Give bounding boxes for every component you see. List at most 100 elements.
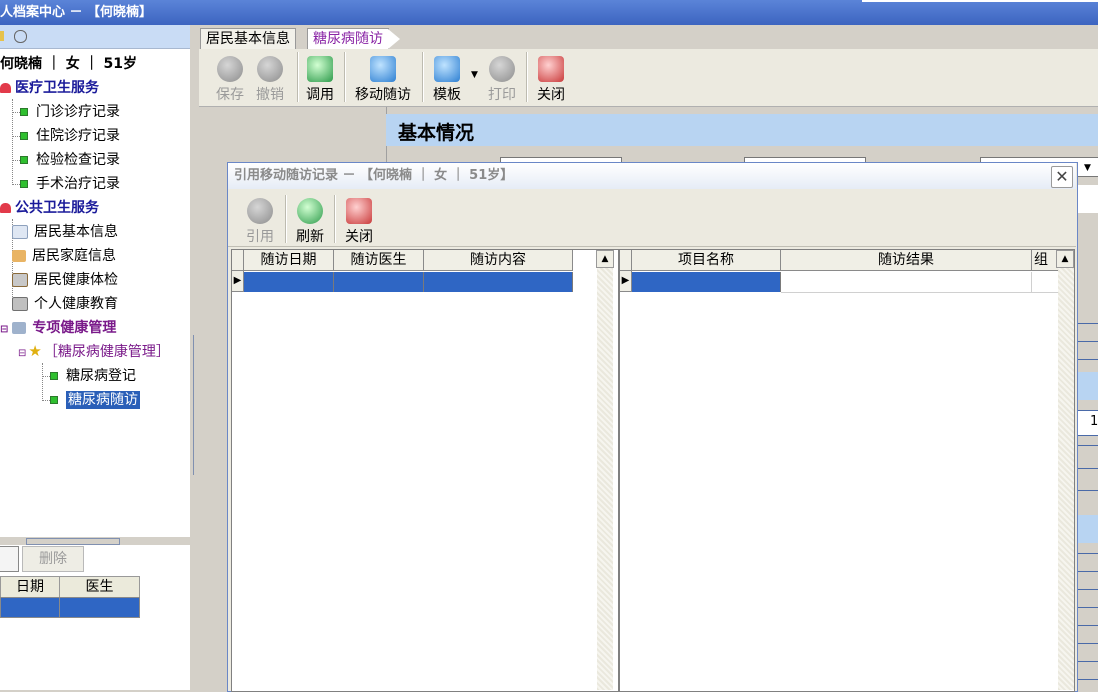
bullet-icon: [50, 372, 58, 380]
row-pointer-icon[interactable]: ▶: [232, 271, 244, 292]
tab-diabetes-followup[interactable]: 糖尿病随访: [307, 28, 400, 49]
followup-record-grid: [231, 249, 619, 692]
print-label: 打印: [488, 87, 516, 103]
monitor-icon: [370, 56, 396, 82]
quote-icon: [247, 198, 273, 224]
spiral-icon[interactable]: [14, 30, 27, 43]
dialog-titlebar: 引用移动随访记录 － 【何晓楠 ｜ 女 ｜ 51岁】: [228, 163, 1076, 189]
dialog-close-label: 关闭: [345, 229, 373, 245]
right-grid-scrollbar[interactable]: [1058, 250, 1074, 690]
tree-item-lab[interactable]: 检验检查记录: [12, 149, 120, 169]
tree-group-diabetes[interactable]: ⊟ ★ ［糖尿病健康管理］: [18, 341, 170, 361]
dialog-close-icon[interactable]: ✕: [1051, 166, 1073, 188]
tree-item-outpatient[interactable]: 门诊诊疗记录: [12, 101, 120, 121]
tree-item-surgery[interactable]: 手术治疗记录: [12, 173, 120, 193]
expand-icon[interactable]: [0, 31, 4, 41]
table-cell-selected[interactable]: [424, 272, 573, 292]
tree-item-inpatient[interactable]: 住院诊疗记录: [12, 125, 120, 145]
tree-item-health-exam[interactable]: 居民健康体检: [12, 269, 118, 289]
col-header-followup-result[interactable]: 随访结果: [781, 250, 1032, 271]
grid-corner: [232, 250, 244, 271]
table-cell-selected[interactable]: [334, 272, 424, 292]
bullet-icon: [20, 180, 28, 188]
call-button[interactable]: 调用: [302, 56, 338, 104]
col-header-item-name[interactable]: 项目名称: [632, 250, 781, 271]
tree-item-label: 门诊诊疗记录: [36, 104, 120, 120]
scroll-up-icon[interactable]: ▲: [1056, 250, 1074, 268]
scroll-up-icon[interactable]: ▲: [596, 250, 614, 268]
grid-selected-cell[interactable]: [59, 597, 140, 618]
table-cell-selected[interactable]: [632, 272, 781, 292]
tab-resident-info[interactable]: 居民基本信息: [200, 28, 296, 49]
exit-icon: [346, 198, 372, 224]
save-icon: [217, 56, 243, 82]
section-header: 基本情况: [386, 114, 1098, 146]
bullet-icon: [20, 132, 28, 140]
table-cell[interactable]: [1032, 272, 1059, 293]
tree-item-health-education[interactable]: 个人健康教育: [12, 293, 118, 313]
mobile-followup-label: 移动随访: [355, 87, 411, 103]
table-cell[interactable]: [781, 272, 1032, 293]
print-button[interactable]: 打印: [484, 56, 520, 104]
main-splitter[interactable]: [190, 25, 199, 690]
tree-item-family-info[interactable]: 居民家庭信息: [12, 245, 116, 265]
refresh-icon: [297, 198, 323, 224]
category-medical[interactable]: 医疗卫生服务: [0, 77, 99, 97]
collapse-icon: ⊟: [0, 324, 9, 335]
delete-button[interactable]: 删除: [22, 546, 84, 572]
left-grid-scrollbar[interactable]: [597, 250, 613, 690]
col-header-followup-date[interactable]: 随访日期: [244, 250, 334, 271]
star-icon: ★: [28, 342, 42, 360]
section-title: 基本情况: [398, 122, 475, 144]
add-button-partial[interactable]: [0, 546, 19, 572]
close-button[interactable]: 关闭: [532, 56, 570, 104]
quote-button[interactable]: 引用: [242, 198, 278, 246]
template-button[interactable]: 模板: [428, 56, 466, 104]
tree-item-label: 个人健康教育: [34, 296, 118, 312]
category-public[interactable]: 公共卫生服务: [0, 197, 99, 217]
search-folder-icon: [12, 322, 27, 334]
undo-label: 撤销: [256, 87, 284, 103]
tree-item-label: 检验检查记录: [36, 152, 120, 168]
bullet-icon: [50, 396, 58, 404]
tree-item-diabetes-register[interactable]: 糖尿病登记: [42, 365, 136, 385]
dialog-title: 引用移动随访记录 － 【何晓楠 ｜ 女 ｜ 51岁】: [234, 168, 514, 183]
col-header-followup-doctor[interactable]: 随访医生: [334, 250, 424, 271]
row-pointer-icon[interactable]: ▶: [620, 271, 632, 292]
patient-header: 何晓楠 ｜ 女 ｜ 51岁: [0, 56, 137, 72]
close-label: 关闭: [537, 87, 565, 103]
template-dropdown-icon[interactable]: ▼: [471, 70, 478, 80]
col-header-group[interactable]: 组别: [1032, 250, 1059, 271]
left-toolbar: [0, 25, 190, 49]
category-public-label: 公共卫生服务: [15, 200, 99, 216]
tree-item-label: 居民基本信息: [34, 224, 118, 240]
followup-item-grid: [619, 249, 1075, 692]
tree-item-resident-info[interactable]: 居民基本信息: [12, 221, 118, 241]
grid-header-doctor[interactable]: 医生: [59, 576, 140, 598]
save-button[interactable]: 保存: [212, 56, 248, 104]
category-special[interactable]: ⊟ 专项健康管理: [0, 317, 116, 337]
dropdown-icon[interactable]: ▼: [1084, 163, 1091, 173]
window-titlebar: 人档案中心 － 【何晓楠】: [0, 0, 1098, 25]
left-panel-splitter[interactable]: [0, 537, 190, 545]
tree-item-label: 手术治疗记录: [36, 176, 120, 192]
grid-selected-cell[interactable]: [0, 597, 60, 618]
refresh-button[interactable]: 刷新: [291, 198, 329, 246]
category-special-label: 专项健康管理: [32, 320, 117, 336]
tree-item-diabetes-followup[interactable]: 糖尿病随访: [42, 389, 140, 409]
undo-button[interactable]: 撤销: [252, 56, 288, 104]
bullet-icon: [20, 156, 28, 164]
quote-label: 引用: [246, 229, 274, 245]
diamond-icon: [0, 203, 11, 213]
template-icon: [434, 56, 460, 82]
col-header-followup-content[interactable]: 随访内容: [424, 250, 573, 271]
call-label: 调用: [306, 87, 334, 103]
category-medical-label: 医疗卫生服务: [15, 80, 99, 96]
save-label: 保存: [216, 87, 244, 103]
dialog-close-button[interactable]: 关闭: [340, 198, 378, 246]
table-cell-selected[interactable]: [244, 272, 334, 292]
tree-item-label-selected: 糖尿病随访: [66, 391, 140, 409]
collapse-icon: ⊟: [18, 348, 27, 359]
mobile-followup-button[interactable]: 移动随访: [350, 56, 416, 104]
grid-header-date[interactable]: 日期: [0, 576, 60, 598]
